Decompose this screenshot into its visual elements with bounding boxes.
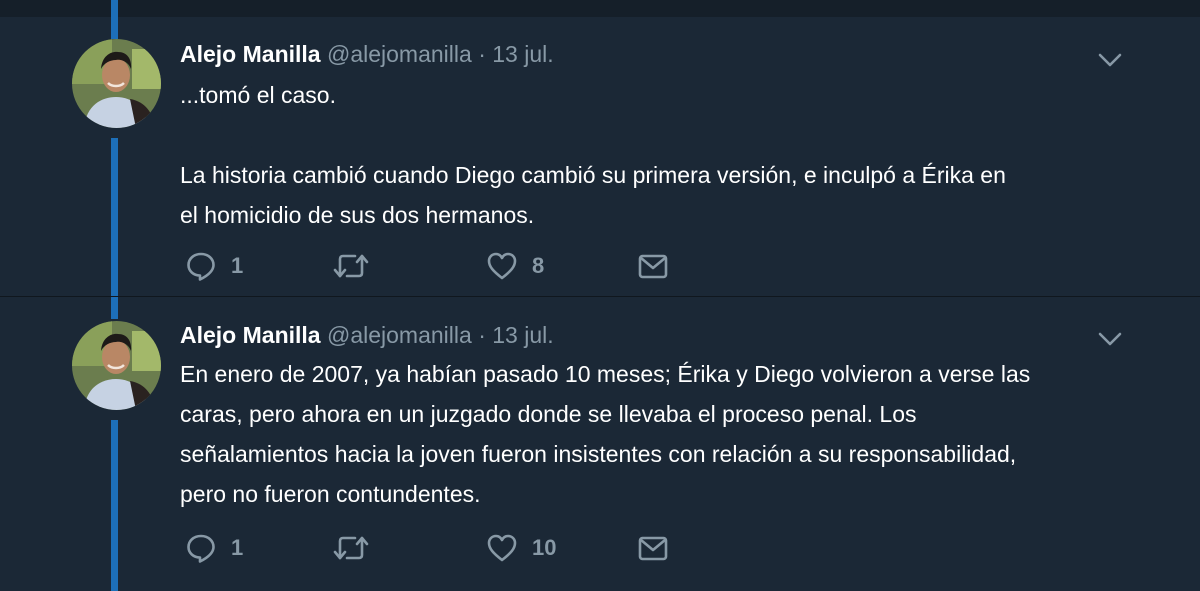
reply-button[interactable]: 1 (185, 246, 243, 286)
profile-photo-icon (72, 321, 161, 410)
retweet-button[interactable] (333, 246, 383, 286)
like-count: 8 (532, 253, 545, 278)
thread-line (111, 297, 118, 319)
tweet-feed: Alejo Manilla @alejomanilla · 13 jul. ..… (0, 0, 1200, 591)
retweet-button[interactable] (333, 528, 383, 568)
author-name[interactable]: Alejo Manilla (180, 41, 321, 67)
tweet-actions: 1 8 (0, 246, 1200, 286)
direct-message-button[interactable] (637, 246, 669, 286)
reply-count: 1 (231, 535, 244, 560)
profile-photo-icon (72, 39, 161, 128)
tweet-text-line: pero no fueron contundentes. (180, 481, 481, 507)
previous-tweet-edge (0, 0, 1200, 17)
tweet-header: Alejo Manilla @alejomanilla · 13 jul. (180, 40, 554, 68)
thread-line (111, 17, 118, 39)
like-button[interactable]: 8 (486, 246, 544, 286)
retweet-icon (333, 254, 369, 278)
tweet-header: Alejo Manilla @alejomanilla · 13 jul. (180, 321, 554, 349)
tweet-date[interactable]: 13 jul. (492, 41, 553, 67)
retweet-icon (333, 536, 369, 560)
author-name[interactable]: Alejo Manilla (180, 322, 321, 348)
tweet[interactable]: Alejo Manilla @alejomanilla · 13 jul. En… (0, 296, 1200, 591)
tweet-text-line: En enero de 2007, ya habían pasado 10 me… (180, 361, 1031, 387)
like-count: 10 (532, 535, 557, 560)
chevron-down-icon[interactable] (1096, 50, 1124, 70)
author-handle[interactable]: @alejomanilla (327, 41, 472, 67)
tweet-text: En enero de 2007, ya habían pasado 10 me… (180, 354, 1140, 514)
tweet-text-line: el homicidio de sus dos hermanos. (180, 202, 535, 228)
separator: · (478, 322, 486, 348)
separator: · (478, 41, 486, 67)
direct-message-icon (638, 254, 668, 279)
tweet-date[interactable]: 13 jul. (492, 322, 553, 348)
avatar[interactable] (72, 39, 161, 128)
reply-icon (187, 534, 215, 563)
author-handle[interactable]: @alejomanilla (327, 322, 472, 348)
tweet-text-line: La historia cambió cuando Diego cambió s… (180, 162, 1006, 188)
like-button[interactable]: 10 (486, 528, 556, 568)
heart-icon (487, 252, 517, 280)
tweet-text-line (180, 115, 1140, 155)
chevron-down-icon[interactable] (1096, 329, 1124, 349)
tweet-text-line: caras, pero ahora en un juzgado donde se… (180, 401, 917, 427)
reply-button[interactable]: 1 (185, 528, 243, 568)
direct-message-button[interactable] (637, 528, 669, 568)
tweet-actions: 1 10 (0, 528, 1200, 568)
tweet[interactable]: Alejo Manilla @alejomanilla · 13 jul. ..… (0, 17, 1200, 296)
reply-icon (187, 252, 215, 281)
tweet-text-line: señalamientos hacia la joven fueron insi… (180, 441, 1017, 467)
avatar[interactable] (72, 321, 161, 410)
reply-count: 1 (231, 253, 244, 278)
tweet-text: ...tomó el caso. La historia cambió cuan… (180, 75, 1140, 235)
direct-message-icon (638, 536, 668, 561)
heart-icon (487, 534, 517, 562)
tweet-text-line: ...tomó el caso. (180, 82, 336, 108)
